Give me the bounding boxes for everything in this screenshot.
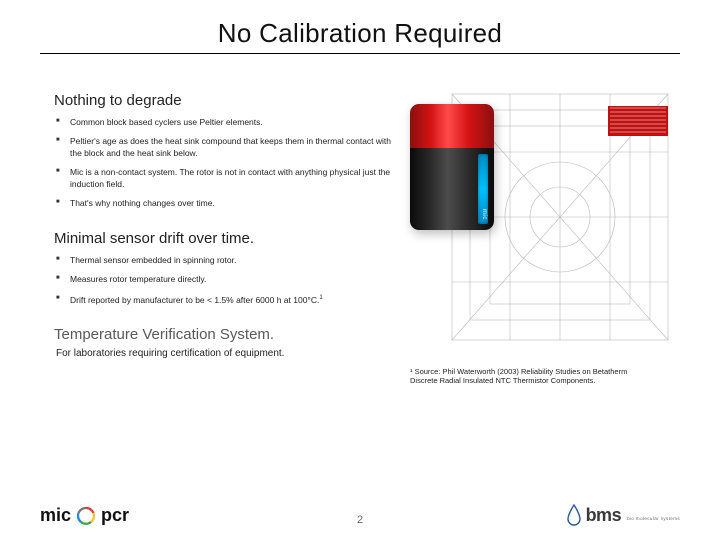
device-top (410, 104, 494, 148)
footnote-ref: 1 (319, 295, 322, 301)
device-body: mic (410, 148, 494, 230)
page-number: 2 (357, 514, 363, 526)
ring-icon (77, 507, 95, 525)
logo-bms-text: bms (586, 505, 622, 526)
content-area: Nothing to degrade Common block based cy… (40, 92, 680, 359)
left-column: Nothing to degrade Common block based cy… (40, 92, 410, 359)
list-item: Mic is a non-contact system. The rotor i… (54, 167, 398, 190)
section-subtext-verify: For laboratories requiring certification… (54, 348, 398, 359)
title-rule (40, 53, 680, 54)
logo-mic-text: mic (40, 505, 71, 526)
slide: No Calibration Required Nothing to degra… (0, 0, 720, 540)
list-item: Common block based cyclers use Peltier e… (54, 117, 398, 128)
footer: mic pcr bms bio molecular systems (0, 484, 720, 540)
list-item-text: Drift reported by manufacturer to be < 1… (70, 295, 319, 305)
section-heading-drift: Minimal sensor drift over time. (54, 230, 398, 247)
right-column: mic ¹ Source: Phil Waterworth (2003) Rel… (410, 92, 680, 359)
list-item: Thermal sensor embedded in spinning roto… (54, 255, 398, 266)
logo-bms: bms bio molecular systems (566, 504, 680, 526)
logo-pcr-text: pcr (101, 505, 129, 526)
list-item: Drift reported by manufacturer to be < 1… (54, 294, 398, 306)
device-label: mic (481, 209, 487, 220)
bullets-degrade: Common block based cyclers use Peltier e… (54, 117, 398, 210)
section-heading-verify: Temperature Verification System. (54, 326, 398, 343)
list-item: Measures rotor temperature directly. (54, 274, 398, 285)
logo-mic-pcr: mic pcr (40, 505, 129, 526)
bullets-drift: Thermal sensor embedded in spinning roto… (54, 255, 398, 306)
drop-icon (566, 504, 582, 526)
list-item: Peltier's age as does the heat sink comp… (54, 136, 398, 159)
footnote-text: ¹ Source: Phil Waterworth (2003) Reliabi… (410, 367, 650, 386)
device-render: mic (410, 104, 494, 230)
device-illustration: mic (410, 92, 670, 342)
page-title: No Calibration Required (40, 18, 680, 49)
section-heading-degrade: Nothing to degrade (54, 92, 398, 109)
list-item: That's why nothing changes over time. (54, 198, 398, 209)
logo-bms-subtext: bio molecular systems (627, 516, 680, 521)
